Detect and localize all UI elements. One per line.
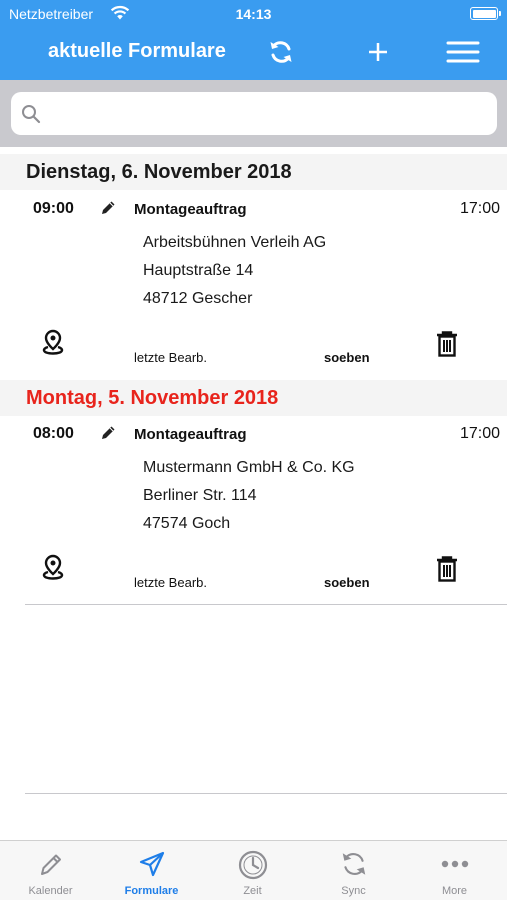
date-header: Montag, 5. November 2018 bbox=[0, 380, 507, 416]
plus-icon bbox=[369, 43, 387, 61]
date-header: Dienstag, 6. November 2018 bbox=[0, 154, 507, 190]
address-company: Arbeitsbühnen Verleih AG bbox=[143, 234, 327, 251]
tab-label: Zeit bbox=[243, 885, 262, 897]
last-edit-value: soeben bbox=[324, 575, 370, 590]
sync-icon bbox=[342, 853, 365, 875]
trash-icon[interactable] bbox=[435, 330, 459, 363]
pencil-icon bbox=[40, 854, 61, 875]
tab-sync[interactable]: Sync bbox=[303, 841, 404, 900]
battery-icon bbox=[470, 7, 501, 20]
tab-label: More bbox=[441, 885, 468, 897]
form-entry[interactable]: 09:00 Montageauftrag 17:00 Arbeitsbühnen… bbox=[0, 192, 507, 382]
tab-formulare[interactable]: Formulare bbox=[101, 841, 202, 900]
search-bar bbox=[11, 92, 497, 135]
pencil-icon bbox=[99, 199, 117, 222]
list-divider bbox=[25, 604, 507, 605]
address-street: Berliner Str. 114 bbox=[143, 487, 257, 504]
paper-plane-icon bbox=[139, 851, 164, 877]
location-pin-icon[interactable] bbox=[39, 553, 67, 588]
location-pin-icon[interactable] bbox=[39, 328, 67, 363]
tab-more[interactable]: More bbox=[404, 841, 505, 900]
form-type: Montageauftrag bbox=[134, 201, 247, 218]
menu-icon bbox=[446, 41, 480, 63]
last-edit-value: soeben bbox=[324, 350, 370, 365]
search-input[interactable] bbox=[47, 92, 487, 135]
tab-label: Formulare bbox=[124, 885, 179, 897]
trash-icon[interactable] bbox=[435, 555, 459, 588]
sync-button[interactable] bbox=[263, 36, 299, 68]
navigation-header: Netzbetreiber 14:13 aktuelle Formulare bbox=[0, 0, 507, 80]
address-street: Hauptstraße 14 bbox=[143, 262, 254, 279]
menu-button[interactable] bbox=[445, 36, 481, 68]
more-dots-icon bbox=[441, 860, 468, 868]
tab-label: Kalender bbox=[28, 885, 73, 897]
clock-icon bbox=[238, 850, 267, 880]
form-type: Montageauftrag bbox=[134, 426, 247, 443]
address-city: 48712 Gescher bbox=[143, 290, 253, 307]
pencil-icon bbox=[99, 424, 117, 447]
address-company: Mustermann GmbH & Co. KG bbox=[143, 459, 355, 476]
address-city: 47574 Goch bbox=[143, 515, 231, 532]
status-time: 14:13 bbox=[235, 6, 272, 22]
search-icon bbox=[22, 105, 41, 124]
list-divider bbox=[25, 793, 507, 794]
end-time: 17:00 bbox=[459, 425, 500, 442]
page-title: aktuelle Formulare bbox=[48, 40, 226, 62]
add-form-button[interactable] bbox=[360, 36, 396, 68]
last-edit-label: letzte Bearb. bbox=[134, 350, 207, 365]
tab-zeit[interactable]: Zeit bbox=[202, 841, 303, 900]
sync-icon bbox=[270, 41, 292, 63]
last-edit-label: letzte Bearb. bbox=[134, 575, 207, 590]
tab-bar: Kalender Formulare Zeit Sync More bbox=[0, 840, 507, 900]
tab-label: Sync bbox=[341, 885, 366, 897]
form-entry[interactable]: 08:00 Montageauftrag 17:00 Mustermann Gm… bbox=[0, 417, 507, 607]
start-time: 08:00 bbox=[33, 425, 74, 442]
end-time: 17:00 bbox=[459, 200, 500, 217]
tab-kalender[interactable]: Kalender bbox=[0, 841, 101, 900]
status-bar: Netzbetreiber 14:13 bbox=[0, 0, 507, 28]
start-time: 09:00 bbox=[33, 200, 74, 217]
search-area bbox=[0, 80, 507, 147]
